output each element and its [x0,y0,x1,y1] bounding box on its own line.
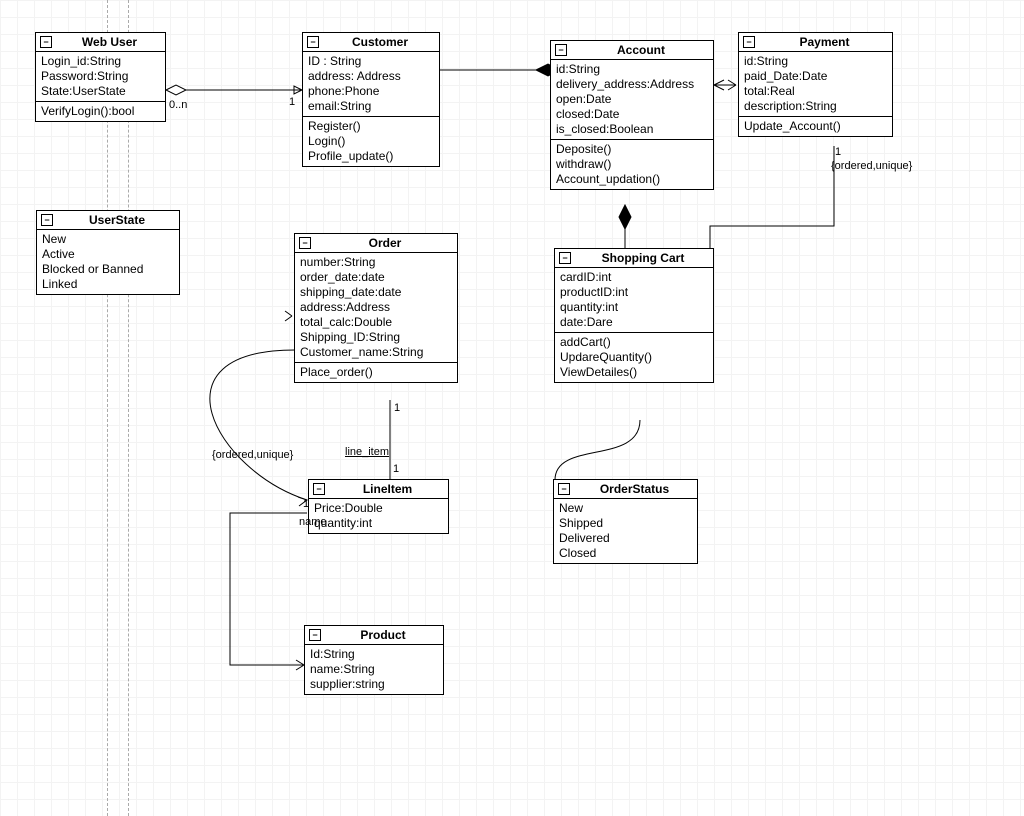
collapse-icon: − [309,629,321,641]
operation-row: Profile_update() [308,149,434,164]
operation-row: Update_Account() [744,119,887,134]
collapse-icon: − [559,252,571,264]
attribute-row: Password:String [41,69,160,84]
operation-row: withdraw() [556,157,708,172]
operation-row: Place_order() [300,365,452,380]
class-title: Customer [325,35,435,49]
collapse-icon: − [743,36,755,48]
attribute-row: total_calc:Double [300,315,452,330]
attribute-row: shipping_date:date [300,285,452,300]
attribute-row: Shipped [559,516,692,531]
collapse-icon: − [40,36,52,48]
class-lineitem: −LineItem Price:Doublequantity:int [308,479,449,534]
attribute-row: address:Address [300,300,452,315]
attribute-row: id:String [556,62,708,77]
attribute-row: name:String [310,662,438,677]
attribute-row: date:Dare [560,315,708,330]
constraint-label: {ordered,unique} [212,449,293,461]
attribute-row: paid_Date:Date [744,69,887,84]
attribute-row: quantity:int [560,300,708,315]
attribute-row: cardID:int [560,270,708,285]
attribute-row: order_date:date [300,270,452,285]
attribute-row: open:Date [556,92,708,107]
collapse-icon: − [558,483,570,495]
collapse-icon: − [555,44,567,56]
association-label: line_item [345,446,389,458]
attribute-row: Linked [42,277,174,292]
operation-row: Deposite() [556,142,708,157]
collapse-icon: − [307,36,319,48]
operation-row: Register() [308,119,434,134]
collapse-icon: − [313,483,325,495]
association-label: name [299,516,327,528]
class-product: −Product Id:Stringname:Stringsupplier:st… [304,625,444,695]
class-order: −Order number:Stringorder_date:dateshipp… [294,233,458,383]
class-customer: −Customer ID : Stringaddress: Addresspho… [302,32,440,167]
attribute-row: number:String [300,255,452,270]
attribute-row: total:Real [744,84,887,99]
operation-row: UpdareQuantity() [560,350,708,365]
class-orderstatus: −OrderStatus NewShippedDeliveredClosed [553,479,698,564]
attribute-row: productID:int [560,285,708,300]
multiplicity: 1 [289,96,295,108]
multiplicity: 1 [393,463,399,475]
multiplicity: 1 [835,146,841,158]
constraint-label: {ordered,unique} [831,160,912,172]
multiplicity: 0..n [169,99,187,111]
class-title: Account [573,43,709,57]
attribute-row: Shipping_ID:String [300,330,452,345]
attribute-row: address: Address [308,69,434,84]
attribute-row: phone:Phone [308,84,434,99]
attribute-row: is_closed:Boolean [556,122,708,137]
class-title: OrderStatus [576,482,693,496]
attribute-row: Login_id:String [41,54,160,69]
operation-row: Login() [308,134,434,149]
class-payment: −Payment id:Stringpaid_Date:Datetotal:Re… [738,32,893,137]
operation-row: addCart() [560,335,708,350]
attribute-row: State:UserState [41,84,160,99]
attribute-row: Closed [559,546,692,561]
multiplicity: 1 [394,402,400,414]
class-title: Shopping Cart [577,251,709,265]
attribute-row: Id:String [310,647,438,662]
diagram-canvas: −Web User Login_id:StringPassword:String… [0,0,1024,816]
attribute-row: Customer_name:String [300,345,452,360]
class-title: Product [327,628,439,642]
attribute-row: ID : String [308,54,434,69]
guideline [128,0,129,816]
multiplicity: 1 [303,498,309,510]
attribute-row: New [559,501,692,516]
class-shopping-cart: −Shopping Cart cardID:intproductID:intqu… [554,248,714,383]
attribute-row: delivery_address:Address [556,77,708,92]
class-title: Order [317,236,453,250]
guideline [107,0,108,816]
collapse-icon: − [41,214,53,226]
attribute-row: closed:Date [556,107,708,122]
class-account: −Account id:Stringdelivery_address:Addre… [550,40,714,190]
class-title: LineItem [331,482,444,496]
attribute-row: Blocked or Banned [42,262,174,277]
class-title: Payment [761,35,888,49]
attribute-row: quantity:int [314,516,443,531]
attribute-row: supplier:string [310,677,438,692]
class-web-user: −Web User Login_id:StringPassword:String… [35,32,166,122]
operation-row: ViewDetailes() [560,365,708,380]
attribute-row: description:String [744,99,887,114]
class-userstate: −UserState NewActiveBlocked or BannedLin… [36,210,180,295]
collapse-icon: − [299,237,311,249]
class-title: UserState [59,213,175,227]
class-title: Web User [58,35,161,49]
operation-row: Account_updation() [556,172,708,187]
attribute-row: email:String [308,99,434,114]
attribute-row: Active [42,247,174,262]
attribute-row: New [42,232,174,247]
attribute-row: Delivered [559,531,692,546]
attribute-row: Price:Double [314,501,443,516]
attribute-row: id:String [744,54,887,69]
operation-row: VerifyLogin():bool [41,104,160,119]
